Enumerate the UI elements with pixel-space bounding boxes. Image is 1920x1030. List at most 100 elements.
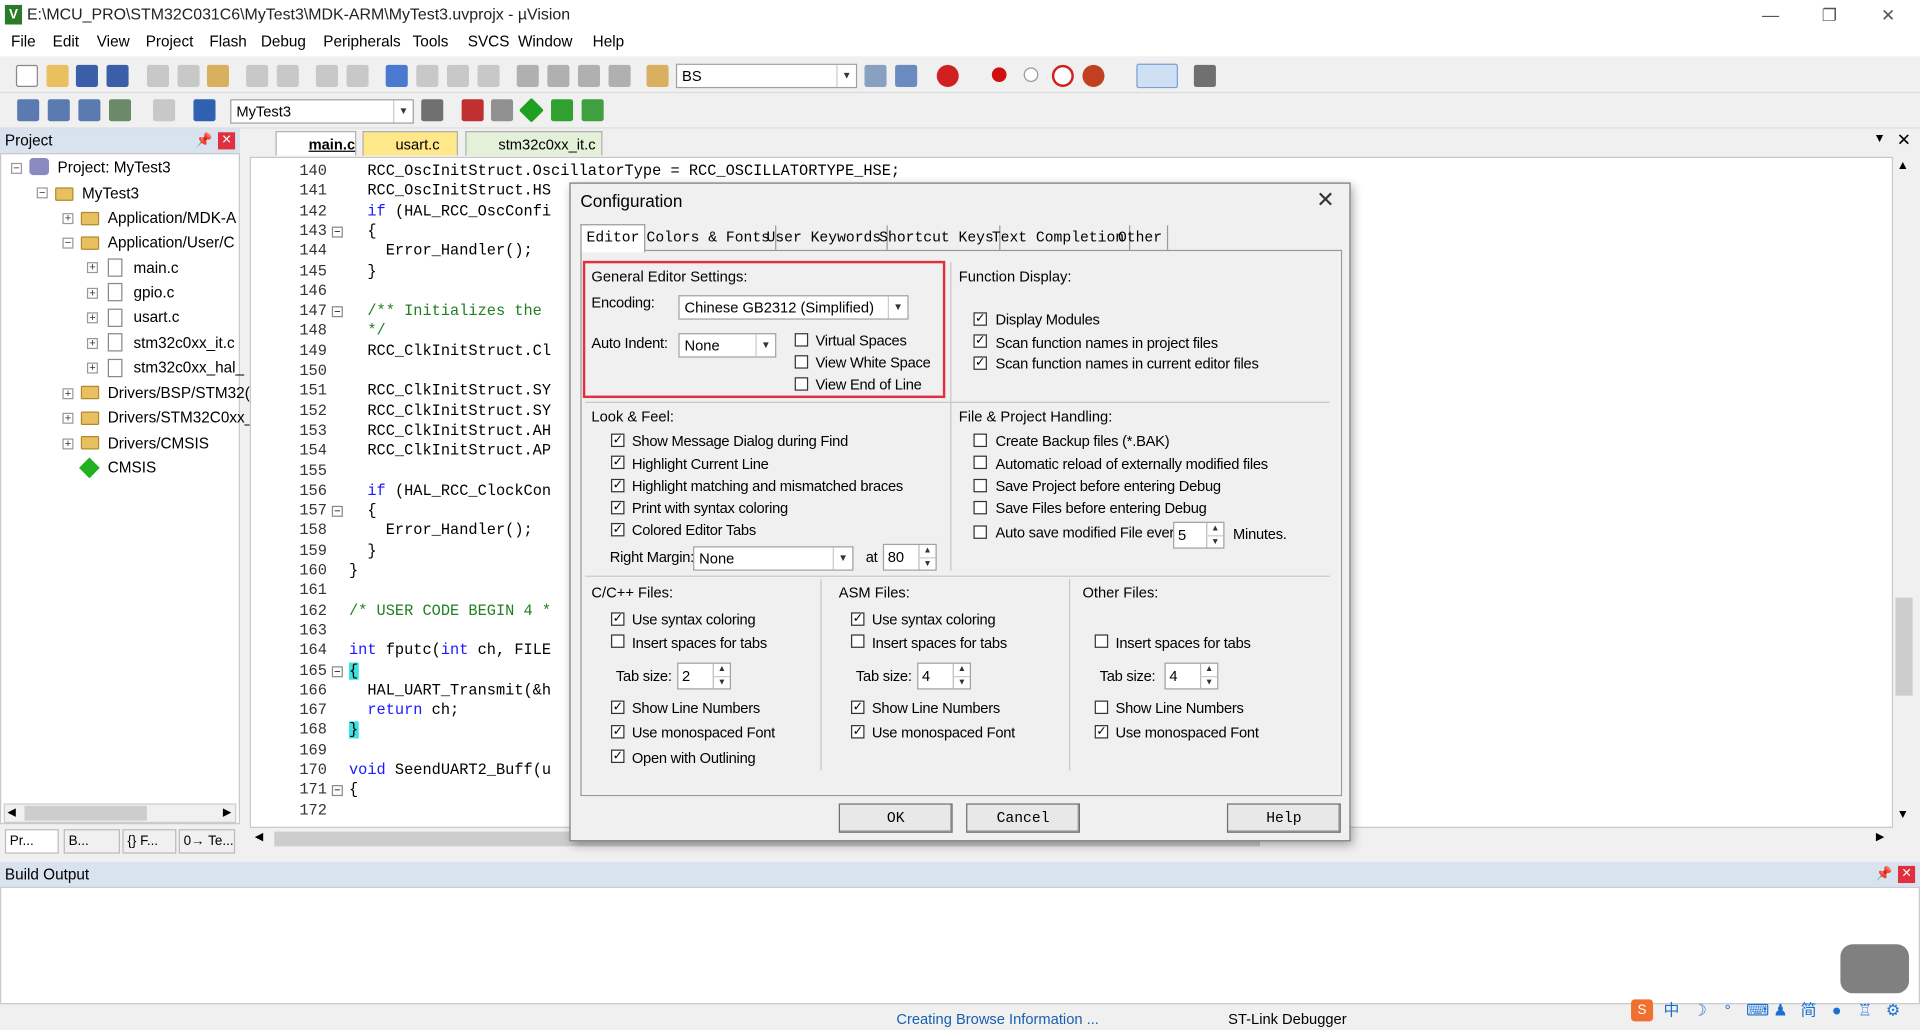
find-combo[interactable]: BS ▼ <box>675 63 858 89</box>
tree-target[interactable]: MyTest3 <box>82 182 139 204</box>
other-tab-size-spinner[interactable]: 4 ▲ ▼ <box>1164 662 1219 690</box>
kill-breakpoints-icon[interactable] <box>1082 64 1105 87</box>
tree-group-bsp[interactable]: Drivers/BSP/STM32( <box>108 382 250 404</box>
tree-file-main[interactable]: main.c <box>133 257 178 279</box>
help-button[interactable]: Help <box>1226 803 1341 833</box>
ok-button[interactable]: OK <box>838 803 953 833</box>
ime-logo-icon[interactable]: S <box>1631 999 1654 1022</box>
indent-icon[interactable] <box>516 64 539 87</box>
expand-icon[interactable]: + <box>62 212 74 225</box>
tab-usart-c[interactable]: usart.c <box>362 131 458 156</box>
scan-project-checkbox[interactable]: ✓ <box>973 334 987 348</box>
cpp-monospaced-checkbox[interactable]: ✓ <box>611 725 625 739</box>
other-line-numbers-checkbox[interactable] <box>1094 700 1109 715</box>
menu-tools[interactable]: Tools <box>413 33 449 50</box>
fold-toggle-icon[interactable]: − <box>331 306 343 318</box>
tree-group-app-mdk[interactable]: Application/MDK-A <box>108 207 236 229</box>
menu-view[interactable]: View <box>97 33 130 50</box>
save-icon[interactable] <box>75 64 98 87</box>
editor-vscrollbar[interactable]: ▲ ▼ <box>1893 156 1916 828</box>
scroll-left-icon[interactable]: ◀ <box>255 830 263 843</box>
spin-up-icon[interactable]: ▲ <box>952 663 970 677</box>
asm-monospaced-checkbox[interactable]: ✓ <box>851 725 865 739</box>
tab-list-chevron-icon[interactable]: ▼ <box>1873 132 1885 145</box>
collapse-icon[interactable]: − <box>62 237 74 249</box>
expand-icon[interactable]: + <box>86 362 98 374</box>
auto-save-checkbox[interactable] <box>973 525 987 539</box>
scroll-down-icon[interactable]: ▼ <box>1897 808 1909 821</box>
breakpoint-icon[interactable] <box>991 67 1007 83</box>
other-monospaced-checkbox[interactable]: ✓ <box>1094 725 1109 739</box>
tree-file-it[interactable]: stm32c0xx_it.c <box>133 332 234 354</box>
ime-user-icon[interactable]: ♟ <box>1771 1001 1791 1021</box>
spin-down-icon[interactable]: ▼ <box>712 676 730 689</box>
menu-file[interactable]: File <box>11 33 36 50</box>
pin-icon[interactable]: 📌 <box>196 129 213 153</box>
asm-syntax-checkbox[interactable]: ✓ <box>851 612 865 626</box>
cpp-outlining-checkbox[interactable]: ✓ <box>611 749 625 764</box>
asm-tab-size-spinner[interactable]: 4 ▲ ▼ <box>917 662 972 690</box>
auto-reload-checkbox[interactable] <box>973 455 987 470</box>
copy-icon[interactable] <box>177 64 200 87</box>
asm-insert-spaces-checkbox[interactable] <box>851 634 865 648</box>
build-icon[interactable] <box>47 99 70 122</box>
prev-bookmark-icon[interactable] <box>416 64 439 87</box>
ime-simplified-icon[interactable]: 简 <box>1799 1001 1819 1021</box>
collapse-icon[interactable]: − <box>36 187 48 199</box>
highlight-braces-checkbox[interactable]: ✓ <box>611 478 625 493</box>
find-icon[interactable] <box>864 64 887 87</box>
expand-icon[interactable]: + <box>86 337 98 350</box>
stop-build-icon[interactable] <box>153 99 176 122</box>
expand-icon[interactable]: + <box>86 287 98 299</box>
chevron-down-icon[interactable]: ▼ <box>832 547 853 570</box>
expand-icon[interactable]: + <box>86 312 98 324</box>
incremental-find-icon[interactable] <box>895 64 918 87</box>
ime-punct-icon[interactable]: ° <box>1718 1001 1738 1021</box>
display-modules-checkbox[interactable]: ✓ <box>973 312 987 326</box>
create-backup-checkbox[interactable] <box>973 433 987 448</box>
menu-project[interactable]: Project <box>146 33 194 50</box>
chevron-down-icon[interactable]: ▼ <box>755 334 776 357</box>
expand-icon[interactable]: + <box>62 388 74 400</box>
cancel-button[interactable]: Cancel <box>966 803 1081 833</box>
tree-file-usart[interactable]: usart.c <box>133 306 179 328</box>
scan-editor-checkbox[interactable]: ✓ <box>973 356 987 370</box>
build-output-pane[interactable] <box>0 886 1920 1005</box>
auto-indent-select[interactable]: None ▼ <box>678 333 777 358</box>
window-layout-icon[interactable] <box>1136 63 1178 89</box>
restore-button[interactable]: ❐ <box>1805 2 1854 26</box>
highlight-current-line-checkbox[interactable]: ✓ <box>611 455 625 470</box>
minimize-button[interactable]: — <box>1746 2 1795 26</box>
scroll-thumb[interactable] <box>1895 597 1913 696</box>
cpp-syntax-checkbox[interactable]: ✓ <box>611 612 625 626</box>
debug-session-icon[interactable] <box>936 64 959 87</box>
download-load-icon[interactable] <box>193 99 216 122</box>
configure-icon[interactable] <box>1193 64 1216 87</box>
horizontal-scrollbar[interactable]: ◀ ▶ <box>3 803 237 824</box>
expand-icon[interactable]: + <box>62 412 74 424</box>
menu-svcs[interactable]: SVCS <box>468 33 510 50</box>
spin-down-icon[interactable]: ▼ <box>918 557 936 570</box>
fold-toggle-icon[interactable]: − <box>331 505 343 517</box>
fold-toggle-icon[interactable]: − <box>331 226 343 238</box>
tree-group-stm32[interactable]: Drivers/STM32C0xx_ <box>108 407 253 429</box>
scroll-right-icon[interactable]: ▶ <box>223 806 231 819</box>
spin-up-icon[interactable]: ▲ <box>1200 663 1217 677</box>
manage-project-icon[interactable] <box>491 99 514 122</box>
spin-down-icon[interactable]: ▼ <box>952 676 970 689</box>
ime-settings-icon[interactable]: ⚙ <box>1883 1001 1903 1021</box>
close-tab-icon[interactable]: ✕ <box>1897 130 1911 151</box>
ime-skin-icon[interactable]: ● <box>1827 1001 1847 1021</box>
spin-down-icon[interactable]: ▼ <box>1200 676 1218 689</box>
tab-colors-fonts[interactable]: Colors & Fonts <box>642 225 777 250</box>
bookmark-icon[interactable] <box>385 64 408 87</box>
chevron-down-icon[interactable]: ▼ <box>836 64 856 87</box>
spin-up-icon[interactable]: ▲ <box>1206 522 1223 536</box>
comment-icon[interactable] <box>577 64 601 87</box>
view-end-of-line-checkbox[interactable] <box>794 377 809 391</box>
asm-line-numbers-checkbox[interactable]: ✓ <box>851 700 865 715</box>
select-packs-icon[interactable] <box>518 97 544 123</box>
disable-all-breakpoints-icon[interactable] <box>1051 64 1074 87</box>
tab-text-completion[interactable]: Text Completion <box>987 225 1131 250</box>
dialog-close-icon[interactable]: ✕ <box>1316 187 1334 213</box>
